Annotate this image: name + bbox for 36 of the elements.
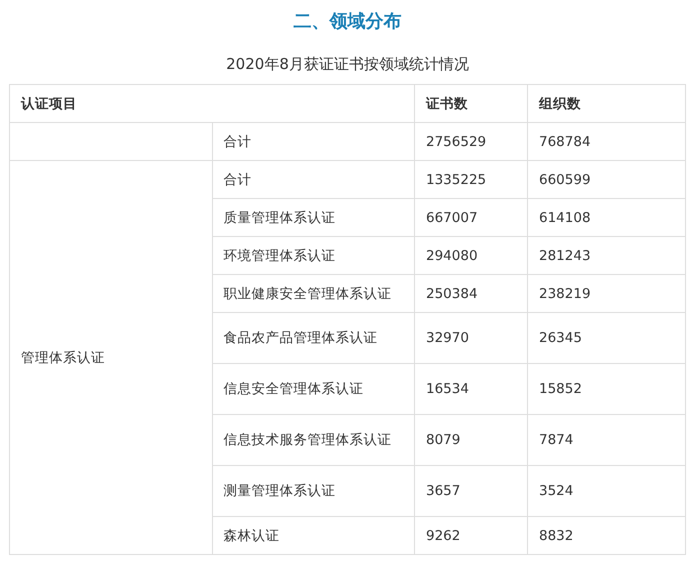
table-cell: 食品农产品管理体系认证 xyxy=(212,312,414,364)
section-heading: 二、领域分布 xyxy=(292,10,402,34)
table-cell: 信息安全管理体系认证 xyxy=(212,364,414,414)
column-header: 组织数 xyxy=(528,84,686,122)
table-cell: 238219 xyxy=(528,274,686,312)
table-cell: 信息技术服务管理体系认证 xyxy=(212,414,414,466)
table-cell: 森林认证 xyxy=(212,516,414,554)
table-cell: 660599 xyxy=(528,160,686,198)
column-header: 证书数 xyxy=(414,84,528,122)
table-cell: 768784 xyxy=(528,122,686,160)
table-cell: 合计 xyxy=(212,160,414,198)
table-cell: 614108 xyxy=(528,198,686,236)
table-cell: 3524 xyxy=(528,466,686,516)
table-cell: 281243 xyxy=(528,236,686,274)
table-cell: 32970 xyxy=(414,312,528,364)
table-cell: 测量管理体系认证 xyxy=(212,466,414,516)
table-cell: 8079 xyxy=(414,414,528,466)
table-cell: 667007 xyxy=(414,198,528,236)
table-cell: 职业健康安全管理体系认证 xyxy=(212,274,414,312)
table-cell: 9262 xyxy=(414,516,528,554)
table-cell: 2756529 xyxy=(414,122,528,160)
table-cell: 15852 xyxy=(528,364,686,414)
table-cell: 8832 xyxy=(528,516,686,554)
column-header: 认证项目 xyxy=(10,84,414,122)
table-title: 2020年8月获证证书按领域统计情况 xyxy=(225,54,470,74)
table-cell: 294080 xyxy=(414,236,528,274)
table-cell: 16534 xyxy=(414,364,528,414)
table-cell: 3657 xyxy=(414,466,528,516)
table-cell: 合计 xyxy=(212,122,414,160)
table-cell: 环境管理体系认证 xyxy=(212,236,414,274)
table-cell: 26345 xyxy=(528,312,686,364)
table-cell: 7874 xyxy=(528,414,686,466)
table-cell: 1335225 xyxy=(414,160,528,198)
table-cell: 250384 xyxy=(414,274,528,312)
table-cell: 管理体系认证 xyxy=(10,160,212,554)
table-cell: 质量管理体系认证 xyxy=(212,198,414,236)
